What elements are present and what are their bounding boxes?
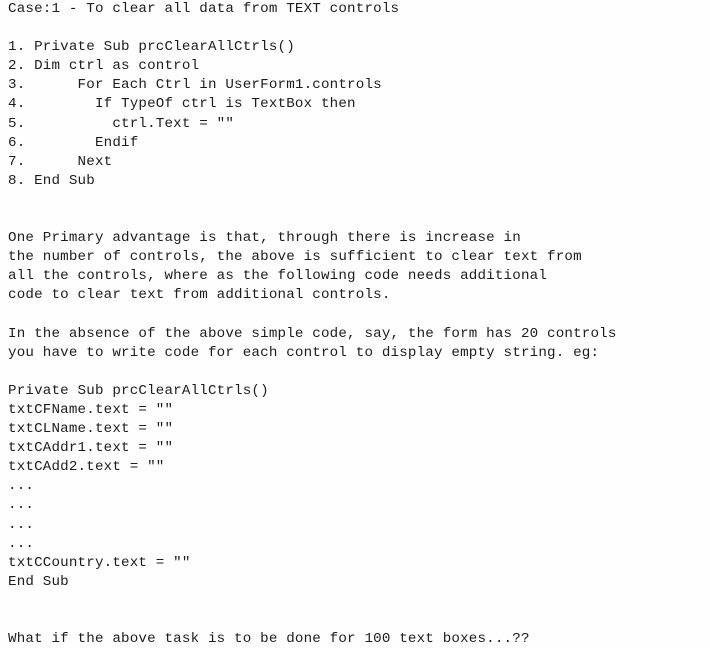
paragraph-1-line-3: all the controls, where as the following… bbox=[8, 268, 548, 285]
manual-code-ellipsis-3: ... bbox=[8, 516, 35, 533]
manual-code-line-3: txtCLName.text = "" bbox=[8, 421, 174, 438]
code-line-7: 7. Next bbox=[8, 153, 113, 170]
paragraph-1-line-4: code to clear text from additional contr… bbox=[8, 287, 391, 304]
code-block-numbered: 1. Private Sub prcClearAllCtrls() 2. Dim… bbox=[8, 38, 710, 191]
code-line-6: 6. Endif bbox=[8, 134, 139, 151]
code-line-4: 4. If TypeOf ctrl is TextBox then bbox=[8, 96, 356, 113]
code-line-8: 8. End Sub bbox=[8, 172, 95, 189]
code-line-2: 2. Dim ctrl as control bbox=[8, 58, 200, 75]
manual-code-line-7: End Sub bbox=[8, 573, 69, 590]
manual-code-line-4: txtCAddr1.text = "" bbox=[8, 440, 174, 457]
manual-code-line-2: txtCFName.text = "" bbox=[8, 401, 174, 418]
code-line-5: 5. ctrl.Text = "" bbox=[8, 115, 235, 132]
closing-question: What if the above task is to be done for… bbox=[8, 631, 530, 648]
manual-code-ellipsis-1: ... bbox=[8, 478, 35, 495]
manual-code-ellipsis-2: ... bbox=[8, 497, 35, 514]
paragraph-1-line-2: the number of controls, the above is suf… bbox=[8, 249, 582, 266]
manual-code-ellipsis-4: ... bbox=[8, 535, 35, 552]
manual-code-line-6: txtCCountry.text = "" bbox=[8, 554, 191, 571]
code-block-manual: Private Sub prcClearAllCtrls() txtCFName… bbox=[8, 382, 710, 592]
manual-code-line-1: Private Sub prcClearAllCtrls() bbox=[8, 382, 269, 399]
heading-case-1: Case:1 - To clear all data from TEXT con… bbox=[8, 1, 400, 17]
code-line-1: 1. Private Sub prcClearAllCtrls() bbox=[8, 39, 295, 56]
code-line-3: 3. For Each Ctrl in UserForm1.controls bbox=[8, 77, 382, 94]
document-text-body: Case:1 - To clear all data from TEXT con… bbox=[8, 0, 710, 649]
paragraph-advantage: One Primary advantage is that, through t… bbox=[8, 229, 710, 305]
paragraph-2-line-2: you have to write code for each control … bbox=[8, 344, 600, 361]
paragraph-2-line-1: In the absence of the above simple code,… bbox=[8, 325, 617, 342]
document-page: Case:1 - To clear all data from TEXT con… bbox=[0, 0, 710, 647]
paragraph-1-line-1: One Primary advantage is that, through t… bbox=[8, 230, 521, 247]
manual-code-line-5: txtCAdd2.text = "" bbox=[8, 459, 165, 476]
paragraph-absence: In the absence of the above simple code,… bbox=[8, 325, 710, 363]
